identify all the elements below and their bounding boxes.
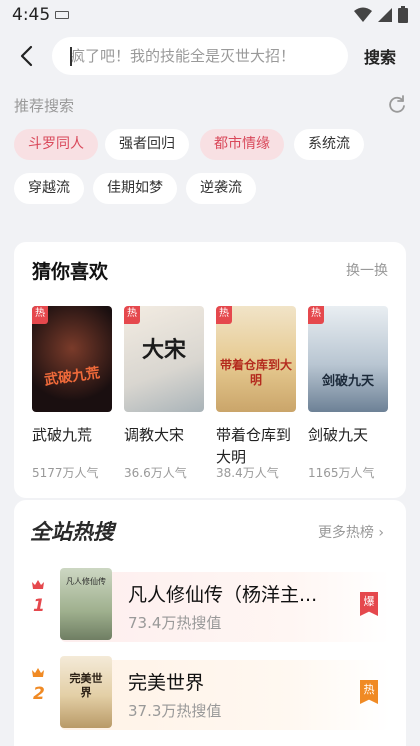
rank-heat: 73.4万热搜值	[128, 614, 222, 632]
hot-badge: 热	[216, 306, 232, 324]
book-popularity: 38.4万人气	[216, 466, 279, 480]
crown-icon	[32, 580, 44, 589]
signal-icon	[378, 7, 392, 22]
rank-heat: 37.3万热搜值	[128, 702, 222, 720]
chip-xitong[interactable]: 系统流	[294, 129, 364, 160]
book-card[interactable]: 热 带着仓库到大明 带着仓库到大明 38.4万人气	[216, 306, 298, 480]
book-cover: 热 剑破九天	[308, 306, 388, 412]
cover-title: 剑破九天	[321, 374, 374, 389]
chip-dushi[interactable]: 都市情缘	[200, 129, 284, 160]
cover-title: 完美世界	[69, 672, 103, 699]
refresh-icon[interactable]	[387, 94, 407, 114]
rank-cover: 完美世界	[60, 656, 112, 728]
cover-title: 凡人修仙传	[66, 577, 106, 586]
status-bar: 4:45	[0, 0, 420, 30]
cover-title: 大宋	[141, 338, 186, 363]
search-box[interactable]	[52, 37, 348, 75]
status-icons	[354, 6, 408, 23]
book-cover: 热 武破九荒	[32, 306, 112, 412]
hot-title: 全站热搜	[30, 520, 114, 544]
wifi-icon	[354, 7, 372, 22]
back-arrow-icon[interactable]	[14, 42, 42, 70]
more-hot-button[interactable]: 更多热榜 ›	[318, 522, 384, 542]
text-caret	[70, 47, 72, 66]
chip-douluo[interactable]: 斗罗同人	[14, 129, 98, 160]
chip-jiaqi[interactable]: 佳期如梦	[93, 173, 177, 204]
hot-card: 全站热搜 更多热榜 › 1 凡人修仙传 凡人修仙传（杨洋主... 73.4万热搜…	[14, 500, 406, 746]
rank-row[interactable]: 2 完美世界 完美世界 37.3万热搜值 热	[14, 656, 406, 732]
cover-title: 带着仓库到大明	[220, 358, 293, 387]
book-popularity: 1165万人气	[308, 466, 375, 480]
rank-name: 凡人修仙传（杨洋主...	[128, 584, 318, 606]
book-card[interactable]: 热 大宋 调教大宋 36.6万人气	[124, 306, 206, 480]
book-popularity: 36.6万人气	[124, 466, 187, 480]
status-time: 4:45	[12, 5, 51, 25]
book-cover: 热 带着仓库到大明	[216, 306, 296, 412]
guess-title: 猜你喜欢	[32, 261, 109, 283]
more-hot-label: 更多热榜	[317, 525, 374, 541]
book-name: 调教大宋	[124, 426, 185, 444]
hot-badge: 热	[308, 306, 324, 324]
book-cover: 热 大宋	[124, 306, 204, 412]
book-card[interactable]: 热 剑破九天 剑破九天 1165万人气	[308, 306, 390, 480]
cover-title: 武破九荒	[43, 365, 101, 389]
rank-name: 完美世界	[128, 672, 205, 694]
chevron-right-icon: ›	[378, 525, 384, 541]
chip-chuanyue[interactable]: 穿越流	[14, 173, 84, 204]
search-button[interactable]: 搜索	[364, 44, 396, 68]
swap-button[interactable]: 换一换	[346, 260, 388, 280]
chip-nixi[interactable]: 逆袭流	[186, 173, 256, 204]
book-name: 剑破九天	[308, 426, 369, 444]
guess-card: 猜你喜欢 换一换 热 武破九荒 武破九荒 5177万人气 热 大宋 调教大宋 3…	[14, 242, 406, 498]
chip-qiangzhe[interactable]: 强者回归	[105, 129, 189, 160]
book-popularity: 5177万人气	[32, 466, 99, 480]
search-bar: 搜索	[0, 34, 420, 78]
crown-icon	[32, 668, 44, 677]
hot-badge: 热	[32, 306, 48, 324]
book-name: 带着仓库到大明	[216, 426, 292, 466]
book-card[interactable]: 热 武破九荒 武破九荒 5177万人气	[32, 306, 114, 480]
battery-icon	[398, 6, 408, 23]
recommend-title: 推荐搜索	[14, 97, 75, 115]
rank-number: 1	[33, 596, 45, 616]
rank-cover: 凡人修仙传	[60, 568, 112, 640]
search-input[interactable]	[70, 37, 332, 75]
hot-badge: 热	[124, 306, 140, 324]
book-name: 武破九荒	[32, 426, 93, 444]
rank-row[interactable]: 1 凡人修仙传 凡人修仙传（杨洋主... 73.4万热搜值 爆	[14, 568, 406, 644]
keyboard-icon	[55, 11, 69, 19]
rank-number: 2	[33, 684, 45, 704]
